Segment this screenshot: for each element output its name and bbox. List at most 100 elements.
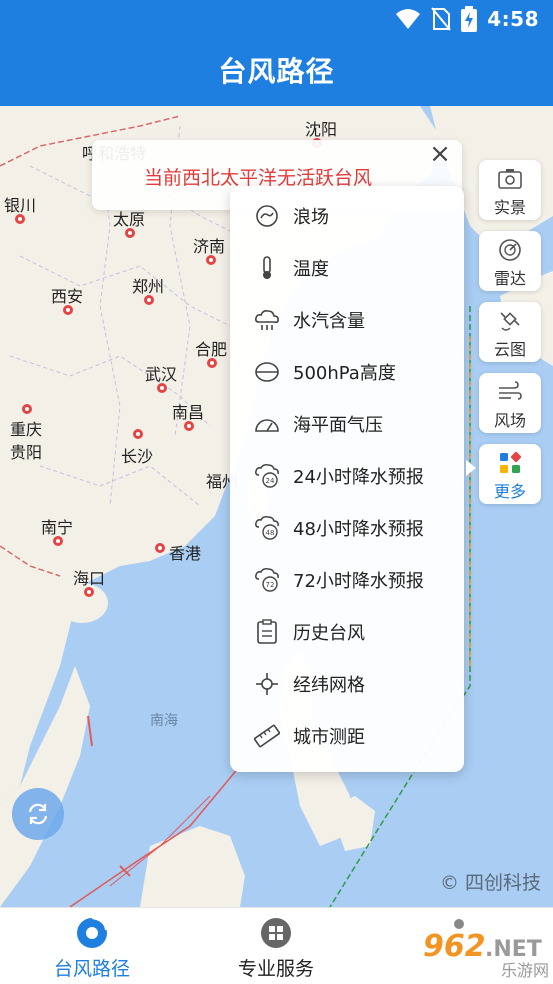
city-dot — [144, 295, 154, 305]
nav-label: 台风路径 — [53, 958, 130, 980]
city-label: 南宁 — [41, 518, 74, 537]
copyright: © 四创科技 — [439, 872, 541, 894]
menu-label: 24小时降水预报 — [293, 467, 424, 488]
menu-item-rain-48[interactable]: 48 48小时降水预报 — [230, 504, 464, 552]
menu-item-vapor[interactable]: 水汽含量 — [230, 296, 464, 344]
rain-48-icon: 48 — [254, 515, 280, 541]
tool-label: 云图 — [493, 340, 526, 359]
city-label: 重庆 — [10, 420, 43, 439]
camera-icon — [498, 169, 522, 189]
sea-label: 南海 — [150, 713, 178, 729]
radar-icon — [499, 239, 521, 261]
app-header: 台风路径 — [0, 38, 553, 106]
services-icon — [261, 918, 291, 948]
no-sim-icon — [431, 7, 452, 31]
menu-label: 经纬网格 — [293, 675, 365, 696]
wave-field-icon — [254, 203, 280, 229]
menu-item-rain-24[interactable]: 24 24小时降水预报 — [230, 452, 464, 500]
city-dot — [184, 421, 194, 431]
city-dot — [22, 404, 32, 414]
svg-text:962: 962 — [423, 929, 486, 964]
menu-item-rain-72[interactable]: 72 72小时降水预报 — [230, 556, 464, 604]
menu-label: 温度 — [293, 259, 329, 280]
menu-label: 历史台风 — [293, 623, 365, 644]
tool-label: 更多 — [493, 482, 526, 501]
city-label: 沈阳 — [305, 120, 338, 139]
refresh-icon — [28, 803, 48, 825]
menu-item-temperature[interactable]: 温度 — [230, 244, 464, 292]
menu-label: 48小时降水预报 — [293, 519, 424, 540]
menu-label: 海平面气压 — [293, 415, 383, 436]
menu-label: 城市测距 — [293, 727, 365, 748]
svg-text:乐游网: 乐游网 — [501, 961, 549, 980]
menu-item-grid[interactable]: 经纬网格 — [230, 660, 464, 708]
tool-cloud-image[interactable]: 云图 — [479, 302, 541, 362]
status-time: 4:58 — [487, 7, 539, 31]
city-dot — [63, 305, 73, 315]
tool-label: 实景 — [493, 198, 526, 217]
grid-more-icon — [500, 451, 522, 473]
tool-radar[interactable]: 雷达 — [479, 231, 541, 291]
city-dot — [125, 228, 135, 238]
rain-24-icon: 24 — [254, 463, 280, 489]
svg-text:72: 72 — [266, 581, 275, 589]
svg-text:24: 24 — [266, 477, 275, 485]
city-dot — [84, 587, 94, 597]
water-vapor-icon — [254, 307, 280, 333]
nav-typhoon-path[interactable]: 台风路径 — [22, 908, 162, 984]
tool-wind-field[interactable]: 风场 — [479, 373, 541, 433]
clipboard-icon — [254, 619, 280, 645]
city-dot — [207, 358, 217, 368]
menu-label: 72小时降水预报 — [293, 571, 424, 592]
city-label: 海口 — [73, 569, 106, 588]
tool-label: 风场 — [493, 411, 526, 430]
menu-caret — [466, 460, 476, 476]
satellite-icon — [500, 312, 520, 331]
tool-label: 雷达 — [493, 269, 526, 288]
ruler-icon — [254, 723, 280, 749]
city-dot — [157, 383, 167, 393]
city-dot — [53, 536, 63, 546]
city-label: 济南 — [193, 237, 226, 256]
city-label: 武汉 — [145, 365, 178, 384]
gauge-icon — [254, 411, 280, 437]
nav-professional-services[interactable]: 专业服务 — [206, 908, 346, 984]
city-dot — [155, 543, 165, 553]
menu-item-history[interactable]: 历史台风 — [230, 608, 464, 656]
tool-live-view[interactable]: 实景 — [479, 160, 541, 220]
battery-charging-icon — [461, 6, 478, 32]
layer-menu: 浪场 温度 水汽含量 500hPa高度 海平面气压 24 24小时降水预报 48 — [230, 186, 464, 772]
pressure-level-icon — [254, 359, 280, 385]
city-dot — [206, 255, 216, 265]
status-icons: 4:58 — [395, 6, 539, 32]
city-label: 合肥 — [195, 340, 228, 359]
tool-more[interactable]: 更多 — [479, 444, 541, 504]
wind-icon — [499, 381, 522, 400]
thermometer-icon — [254, 255, 280, 281]
menu-item-500hpa[interactable]: 500hPa高度 — [230, 348, 464, 396]
city-dot — [15, 214, 25, 224]
city-label: 西安 — [51, 287, 84, 306]
nav-label: 专业服务 — [237, 958, 314, 980]
close-icon[interactable]: × — [426, 140, 454, 168]
city-label: 长沙 — [121, 447, 154, 466]
wifi-icon — [396, 9, 421, 29]
crosshair-icon — [254, 671, 280, 697]
city-label: 郑州 — [132, 277, 165, 296]
menu-label: 水汽含量 — [293, 311, 365, 332]
refresh-button[interactable] — [12, 788, 64, 840]
menu-item-distance[interactable]: 城市测距 — [230, 712, 464, 760]
rain-72-icon: 72 — [254, 567, 280, 593]
svg-text:.NET: .NET — [485, 937, 542, 962]
city-label: 南昌 — [172, 403, 205, 422]
typhoon-icon — [77, 917, 107, 948]
city-label: 香港 — [169, 544, 202, 563]
menu-label: 浪场 — [293, 207, 329, 228]
status-bar: 4:58 — [0, 0, 553, 38]
page-title: 台风路径 — [218, 55, 335, 88]
city-label: 银川 — [4, 196, 37, 215]
menu-item-sea-pressure[interactable]: 海平面气压 — [230, 400, 464, 448]
menu-item-wave[interactable]: 浪场 — [230, 192, 464, 240]
menu-label: 500hPa高度 — [293, 363, 396, 384]
watermark-logo: 962 .NET 乐游网 — [423, 919, 549, 980]
